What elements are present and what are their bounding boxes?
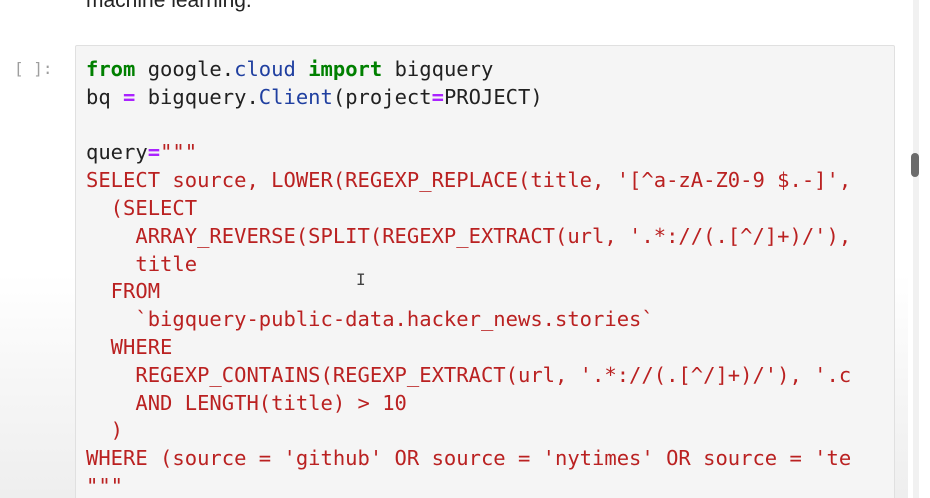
code-line: ) — [86, 417, 851, 445]
code-token: `bigquery-public-data.hacker_news.storie… — [86, 307, 654, 332]
code-token: Client — [258, 84, 333, 109]
code-area[interactable]: from google.cloud import bigquery bq = bi… — [86, 56, 851, 498]
code-line: """ — [86, 473, 851, 498]
code-token: AND LENGTH(title) > 10 — [86, 390, 407, 415]
markdown-cell-text: machine learning. — [86, 0, 252, 12]
notebook-page: machine learning. [ ]: from google.cloud… — [0, 0, 930, 498]
code-token: """ — [160, 140, 198, 165]
code-line: SELECT source, LOWER(REGEXP_REPLACE(titl… — [86, 167, 851, 195]
code-line: title — [86, 251, 851, 279]
code-token: from — [86, 57, 136, 81]
code-token: FROM — [86, 279, 161, 304]
code-token: bq — [86, 84, 124, 109]
code-token: bigquery — [382, 57, 494, 81]
code-line: (SELECT — [86, 195, 851, 223]
code-token: = — [431, 84, 444, 109]
code-line: WHERE — [86, 334, 851, 362]
code-line: AND LENGTH(title) > 10 — [86, 390, 851, 418]
code-line: ARRAY_REVERSE(SPLIT(REGEXP_EXTRACT(url, … — [86, 223, 851, 251]
code-line: bq = bigquery.Client(project=PROJECT) — [86, 84, 851, 112]
code-line: query=""" — [86, 139, 851, 167]
code-line: WHERE (source = 'github' OR source = 'ny… — [86, 445, 851, 473]
code-token: REGEXP_CONTAINS(REGEXP_EXTRACT(url, '.*:… — [86, 362, 852, 387]
code-token: google. — [135, 57, 235, 81]
code-token: """ — [86, 473, 124, 498]
code-token: import — [308, 57, 383, 81]
code-token: = — [147, 140, 161, 165]
code-token: WHERE (source = 'github' OR source = 'ny… — [86, 446, 852, 471]
code-token: query — [86, 140, 148, 165]
code-token: ARRAY_REVERSE(SPLIT(REGEXP_EXTRACT(url, … — [86, 223, 852, 248]
code-token: ) — [86, 418, 124, 443]
code-token: cloud — [234, 57, 296, 81]
scrollbar-track[interactable] — [913, 0, 919, 498]
code-cell-editor[interactable]: from google.cloud import bigquery bq = bi… — [75, 45, 895, 498]
scrollbar-thumb[interactable] — [911, 153, 919, 177]
code-token: WHERE — [86, 334, 173, 359]
code-token: title — [86, 251, 198, 276]
code-token: PROJECT) — [443, 84, 543, 109]
code-token: (project — [332, 84, 432, 109]
code-token: = — [123, 84, 136, 109]
scrollbar-area — [908, 0, 930, 498]
text-cursor-icon: I — [356, 270, 366, 289]
code-token: (SELECT — [86, 195, 198, 220]
code-line: FROM — [86, 278, 851, 306]
cell-prompt: [ ]: — [14, 59, 53, 78]
code-token: SELECT source, LOWER(REGEXP_REPLACE(titl… — [86, 168, 852, 193]
code-line: REGEXP_CONTAINS(REGEXP_EXTRACT(url, '.*:… — [86, 362, 851, 390]
code-line: from google.cloud import bigquery — [86, 56, 851, 84]
code-token: bigquery. — [135, 84, 259, 109]
code-line: `bigquery-public-data.hacker_news.storie… — [86, 306, 851, 334]
